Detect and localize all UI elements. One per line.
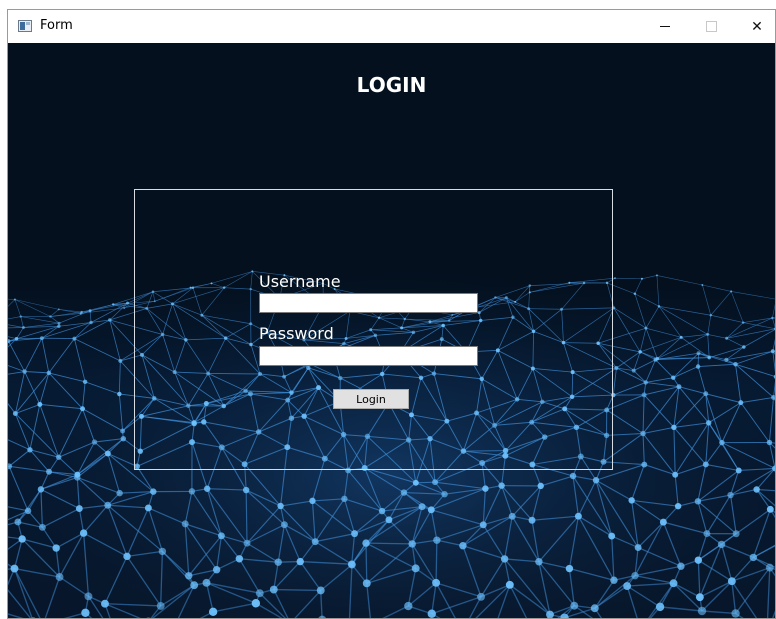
password-input[interactable] — [259, 346, 478, 366]
close-icon: ✕ — [751, 18, 763, 34]
maximize-icon — [705, 21, 717, 32]
username-label: Username — [259, 272, 341, 291]
window-title: Form — [40, 18, 73, 33]
password-label: Password — [259, 324, 334, 343]
app-form-icon — [18, 20, 32, 32]
login-frame — [134, 189, 613, 470]
login-panel: LOGIN Username Password Login — [8, 43, 775, 618]
username-input[interactable] — [259, 293, 478, 313]
minimize-button[interactable] — [642, 10, 688, 43]
login-button[interactable]: Login — [333, 389, 409, 409]
login-heading: LOGIN — [356, 73, 427, 97]
close-button[interactable]: ✕ — [734, 10, 776, 43]
maximize-button[interactable] — [688, 10, 734, 43]
minimize-icon — [660, 26, 670, 27]
title-bar[interactable]: Form ✕ — [8, 10, 775, 43]
form-window: Form ✕ LOGIN Username Password Login — [7, 9, 776, 619]
